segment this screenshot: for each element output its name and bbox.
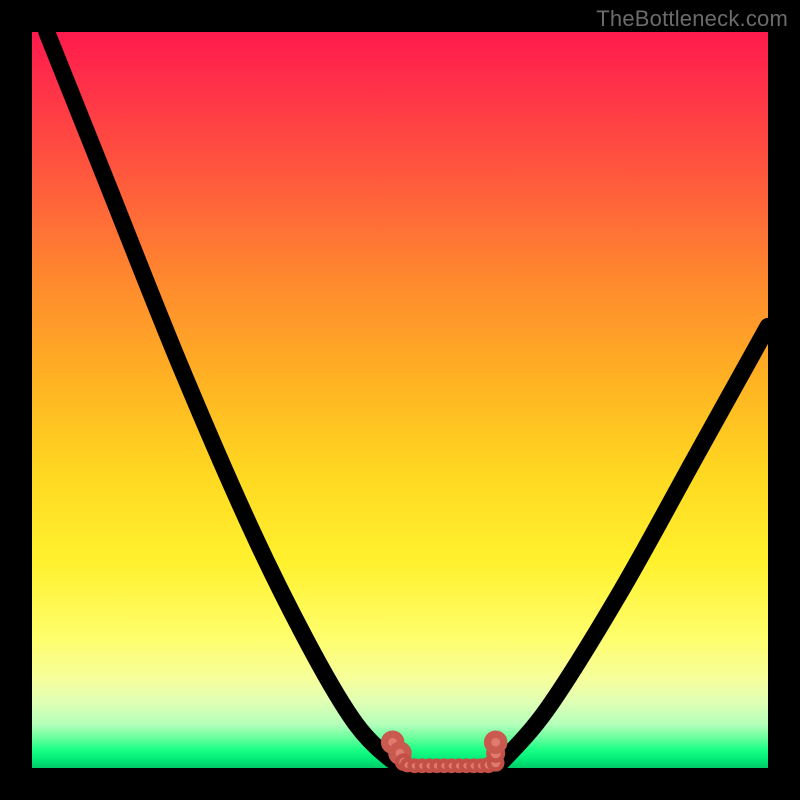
watermark-text: TheBottleneck.com — [596, 6, 788, 32]
chart-frame: TheBottleneck.com — [0, 0, 800, 800]
curve-left — [47, 32, 415, 768]
bottom-marker-group — [385, 734, 504, 771]
curve-right — [496, 326, 768, 768]
plot-area — [32, 32, 768, 768]
marker-dot — [488, 734, 504, 750]
chart-svg — [32, 32, 768, 768]
